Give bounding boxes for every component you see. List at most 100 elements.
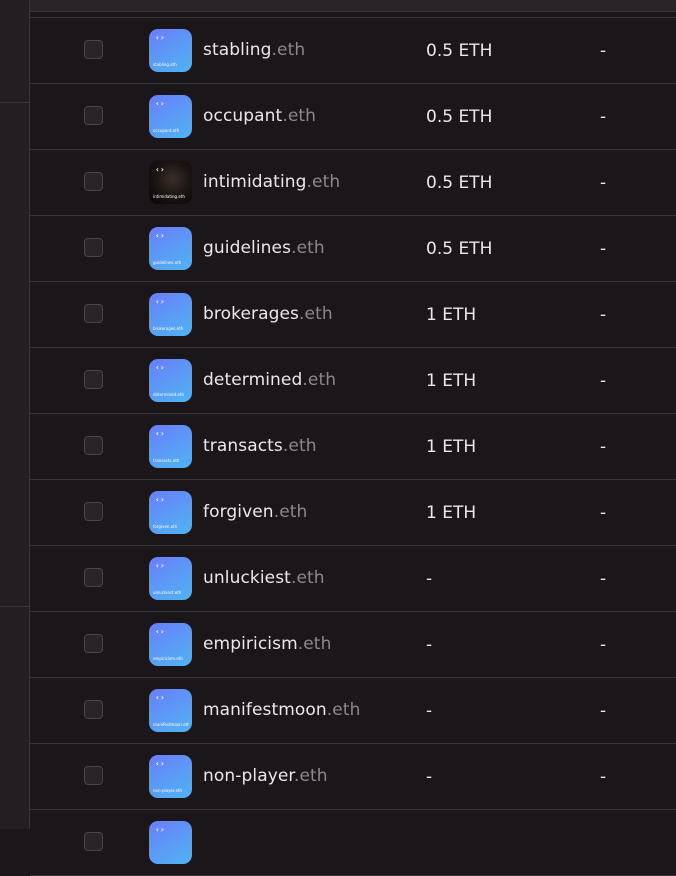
code-brackets-icon: ‹› [155, 561, 165, 570]
domain-tld: .eth [299, 304, 333, 324]
domain-name[interactable]: guidelines.eth [203, 238, 325, 258]
domain-avatar: ‹› occupant.eth [149, 95, 192, 138]
code-brackets-icon: ‹› [155, 693, 165, 702]
domain-label: intimidating [203, 172, 307, 192]
table-row[interactable]: ‹› occupant.eth occupant.eth 0.5 ETH - [30, 84, 676, 150]
row-checkbox[interactable] [84, 304, 103, 323]
last-sale: - [600, 41, 607, 61]
listing-price: 1 ETH [426, 437, 477, 457]
row-checkbox[interactable] [84, 106, 103, 125]
domain-name[interactable]: brokerages.eth [203, 304, 333, 324]
row-checkbox[interactable] [84, 832, 103, 851]
row-checkbox[interactable] [84, 370, 103, 389]
last-sale: - [600, 107, 607, 127]
table-row[interactable]: ‹› determined.eth determined.eth 1 ETH - [30, 348, 676, 414]
domain-label: occupant [203, 106, 283, 126]
domain-label: non-player [203, 766, 294, 786]
table-row[interactable]: ‹› stabling.eth stabling.eth 0.5 ETH - [30, 18, 676, 84]
domain-name[interactable]: unluckiest.eth [203, 568, 325, 588]
last-sale: - [600, 635, 607, 655]
table-row[interactable]: ‹› manifestmoon.eth manifestmoon.eth - - [30, 678, 676, 744]
domain-name[interactable]: determined.eth [203, 370, 336, 390]
last-sale: - [600, 701, 607, 721]
table-row[interactable]: ‹› empiricism.eth empiricism.eth - - [30, 612, 676, 678]
domain-name[interactable]: forgiven.eth [203, 502, 307, 522]
code-brackets-icon: ‹› [155, 363, 165, 372]
table-row[interactable]: ‹› transacts.eth transacts.eth 1 ETH - [30, 414, 676, 480]
last-sale: - [600, 173, 607, 193]
domain-label: empiricism [203, 634, 298, 654]
last-sale: - [600, 371, 607, 391]
domain-avatar: ‹› manifestmoon.eth [149, 689, 192, 732]
domain-avatar: ‹› stabling.eth [149, 29, 192, 72]
row-checkbox[interactable] [84, 436, 103, 455]
row-checkbox[interactable] [84, 502, 103, 521]
domain-label: transacts [203, 436, 283, 456]
avatar-label: unluckiest.eth [153, 590, 182, 595]
row-checkbox[interactable] [84, 634, 103, 653]
avatar-label: non-player.eth [153, 788, 183, 793]
sidebar-divider [0, 102, 29, 103]
domain-name[interactable]: intimidating.eth [203, 172, 340, 192]
avatar-label: brokerages.eth [153, 326, 184, 331]
code-brackets-icon: ‹› [155, 495, 165, 504]
table-row[interactable]: ‹› intimidating.eth intimidating.eth 0.5 ET… [30, 150, 676, 216]
avatar-label: occupant.eth [153, 128, 180, 133]
domain-tld: .eth [302, 370, 337, 390]
table-row[interactable]: ‹› guidelines.eth guidelines.eth 0.5 ETH - [30, 216, 676, 282]
last-sale: - [600, 503, 607, 523]
domain-tld: .eth [297, 634, 332, 654]
domain-tld: .eth [306, 172, 341, 192]
domain-avatar: ‹› intimidating.eth [149, 161, 192, 204]
domain-label: brokerages [203, 304, 300, 324]
row-checkbox[interactable] [84, 40, 103, 59]
domain-table: ‹› stabling.eth stabling.eth 0.5 ETH - ‹› occu… [30, 17, 676, 876]
domain-avatar: ‹› brokerages.eth [149, 293, 192, 336]
domain-name[interactable]: stabling.eth [203, 40, 305, 60]
listing-price: 0.5 ETH [426, 41, 493, 61]
row-checkbox[interactable] [84, 766, 103, 785]
avatar-label: manifestmoon.eth [153, 722, 189, 727]
domain-avatar: ‹› determined.eth [149, 359, 192, 402]
domain-name[interactable]: empiricism.eth [203, 634, 331, 654]
last-sale: - [600, 767, 607, 787]
avatar-label: intimidating.eth [153, 194, 185, 199]
domain-name[interactable]: non-player.eth [203, 766, 328, 786]
table-row[interactable]: ‹› brokerages.eth brokerages.eth 1 ETH - [30, 282, 676, 348]
row-checkbox[interactable] [84, 568, 103, 587]
domain-avatar: ‹› [149, 821, 192, 864]
code-brackets-icon: ‹› [155, 825, 165, 834]
avatar-label: stabling.eth [153, 62, 177, 67]
table-row[interactable]: ‹› unluckiest.eth unluckiest.eth - - [30, 546, 676, 612]
table-row[interactable]: ‹› non-player.eth non-player.eth - - [30, 744, 676, 810]
domain-label: unluckiest [203, 568, 291, 588]
domain-label: stabling [203, 40, 272, 60]
table-row[interactable]: ‹› forgiven.eth forgiven.eth 1 ETH - [30, 480, 676, 546]
domain-tld: .eth [282, 436, 317, 456]
domain-label: forgiven [203, 502, 274, 522]
code-brackets-icon: ‹› [155, 165, 165, 174]
avatar-label: transacts.eth [153, 458, 180, 463]
row-checkbox[interactable] [84, 238, 103, 257]
sidebar-divider [0, 606, 29, 607]
domain-avatar: ‹› transacts.eth [149, 425, 192, 468]
domain-avatar: ‹› non-player.eth [149, 755, 192, 798]
avatar-label: empiricism.eth [153, 656, 183, 661]
sidebar [0, 0, 30, 829]
avatar-label: guidelines.eth [153, 260, 182, 265]
listing-price: 0.5 ETH [426, 107, 493, 127]
domain-name[interactable]: manifestmoon.eth [203, 700, 360, 720]
domain-tld: .eth [293, 766, 328, 786]
table-row[interactable]: ‹› [30, 810, 676, 876]
listing-price: - [426, 569, 433, 589]
avatar-label: determined.eth [153, 392, 184, 397]
row-checkbox[interactable] [84, 172, 103, 191]
domain-avatar: ‹› forgiven.eth [149, 491, 192, 534]
domain-name[interactable]: transacts.eth [203, 436, 317, 456]
domain-name[interactable]: occupant.eth [203, 106, 316, 126]
table-header [30, 0, 676, 12]
row-checkbox[interactable] [84, 700, 103, 719]
domain-avatar: ‹› empiricism.eth [149, 623, 192, 666]
domain-tld: .eth [326, 700, 361, 720]
listing-price: - [426, 767, 433, 787]
